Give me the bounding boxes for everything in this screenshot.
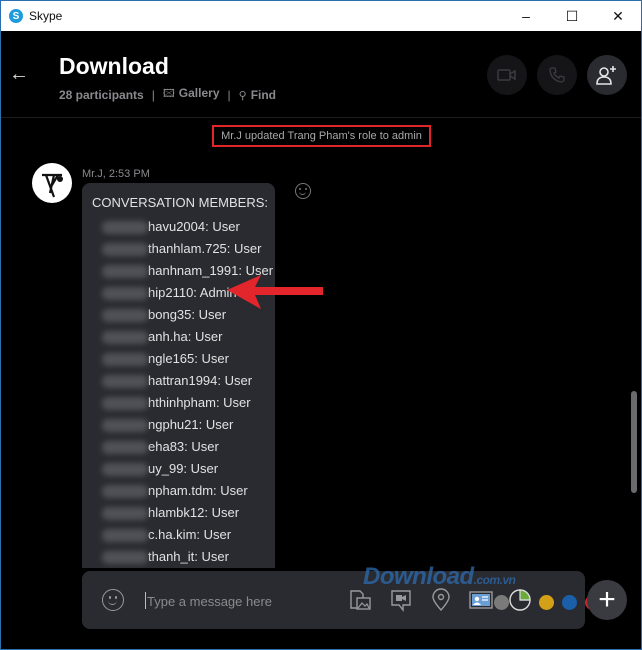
video-message-icon[interactable] [389, 588, 413, 612]
emoji-picker-icon[interactable] [102, 589, 124, 611]
add-participant-button[interactable] [587, 55, 627, 95]
member-name-role: eha83: User [148, 439, 219, 454]
conversation-header: ← Download 28 participants | 🖾 Gallery | … [1, 31, 641, 118]
role-update-notice: Mr.J updated Trang Pham's role to admin [212, 125, 431, 147]
blurred-name-prefix [102, 507, 148, 521]
add-reaction-icon[interactable] [295, 183, 311, 199]
member-name-role: ngphu21: User [148, 417, 234, 432]
add-person-icon [596, 66, 616, 85]
member-row: thanhlam.725: User [92, 239, 275, 261]
member-name-role: npham.tdm: User [148, 483, 248, 498]
member-name-role: hlambk12: User [148, 505, 240, 520]
member-name-role: hthinhpham: User [148, 395, 251, 410]
participants-link[interactable]: 28 participants [59, 88, 144, 102]
member-name-role: hip2110: Admin [148, 285, 237, 300]
text-caret [145, 592, 146, 609]
window-controls: – ☐ ✕ [503, 1, 641, 31]
find-label: Find [250, 87, 277, 102]
blurred-name-prefix [102, 309, 148, 323]
scrollbar-thumb[interactable] [631, 391, 637, 493]
member-name-role: c.ha.kim: User [148, 527, 232, 542]
skype-logo-icon: S [9, 9, 23, 23]
member-name-role: uy_99: User [148, 461, 219, 476]
members-heading: CONVERSATION MEMBERS: [92, 195, 269, 210]
member-row: hlambk12: User [92, 503, 275, 525]
phone-icon [549, 67, 565, 83]
watermark-main: Download [363, 563, 474, 590]
conversation-subline: 28 participants | 🖾 Gallery | ⚲ Find [59, 85, 276, 104]
blurred-name-prefix [102, 529, 148, 543]
member-name-role: thanhlam.725: User [148, 241, 262, 256]
avatar-logo-icon [42, 173, 63, 198]
back-arrow-icon[interactable]: ← [9, 64, 31, 84]
member-name-role: thanh_it: User [148, 549, 229, 564]
member-row: uy_99: User [92, 459, 275, 481]
blurred-name-prefix [102, 287, 148, 301]
blurred-name-prefix [102, 375, 148, 389]
member-name-role: bong35: User [148, 307, 227, 322]
member-row: c.ha.kim: User [92, 525, 275, 547]
poll-icon[interactable] [508, 588, 532, 612]
sender-and-time: Mr.J, 2:53 PM [82, 168, 150, 180]
message-input[interactable] [147, 590, 337, 612]
blurred-name-prefix [102, 485, 148, 499]
watermark-suffix: .com.vn [473, 573, 516, 587]
contact-card-icon[interactable] [469, 588, 493, 612]
member-name-role: ngle165: User [148, 351, 229, 366]
find-link[interactable]: ⚲ Find [239, 88, 276, 102]
conversation-title[interactable]: Download [59, 53, 169, 80]
member-row: ngle165: User [92, 349, 275, 371]
member-name-role: havu2004: User [148, 219, 240, 234]
blurred-name-prefix [102, 353, 148, 367]
plus-icon: + [598, 583, 616, 616]
location-pin-icon[interactable] [429, 588, 453, 612]
maximize-button[interactable]: ☐ [549, 1, 595, 31]
member-row: havu2004: User [92, 217, 275, 239]
app-title: Skype [29, 9, 63, 23]
member-row: ngphu21: User [92, 415, 275, 437]
sender-avatar[interactable] [32, 163, 72, 203]
red-arrow-annotation [227, 275, 323, 309]
member-row: thanh_it: User [92, 547, 275, 568]
member-row: anh.ha: User [92, 327, 275, 349]
gallery-icon: 🖾 [162, 88, 175, 100]
blurred-name-prefix [102, 397, 148, 411]
gallery-label: Gallery [178, 86, 220, 100]
watermark-dot-gold [539, 595, 554, 610]
separator: | [151, 87, 155, 102]
watermark-dot-blue [562, 595, 577, 610]
blurred-name-prefix [102, 463, 148, 477]
separator: | [227, 87, 231, 102]
blurred-name-prefix [102, 265, 148, 279]
blurred-name-prefix [102, 221, 148, 235]
search-icon: ⚲ [238, 89, 247, 102]
gallery-link[interactable]: 🖾 Gallery [163, 85, 220, 104]
blurred-name-prefix [102, 441, 148, 455]
blurred-name-prefix [102, 419, 148, 433]
message-bubble: CONVERSATION MEMBERS: havu2004: User than… [82, 183, 275, 568]
member-row: eha83: User [92, 437, 275, 459]
watermark: Download.com.vn [363, 563, 516, 591]
member-name-role: anh.ha: User [148, 329, 223, 344]
title-bar: S Skype – ☐ ✕ [1, 1, 641, 31]
member-row: hattran1994: User [92, 371, 275, 393]
skype-window: S Skype – ☐ ✕ ← Download 28 participants… [0, 0, 642, 650]
more-options-button[interactable]: + [587, 580, 627, 620]
member-name-role: hattran1994: User [148, 373, 253, 388]
audio-call-button[interactable] [537, 55, 577, 95]
blurred-name-prefix [102, 243, 148, 257]
minimize-button[interactable]: – [503, 1, 549, 31]
close-button[interactable]: ✕ [595, 1, 641, 31]
send-media-icon[interactable] [348, 588, 372, 612]
blurred-name-prefix [102, 551, 148, 565]
member-row: hthinhpham: User [92, 393, 275, 415]
member-row: npham.tdm: User [92, 481, 275, 503]
video-call-button[interactable] [487, 55, 527, 95]
blurred-name-prefix [102, 331, 148, 345]
watermark-dot-gray [494, 595, 509, 610]
members-list: havu2004: User thanhlam.725: User hanhnam_… [92, 217, 275, 568]
video-camera-icon [497, 69, 516, 81]
